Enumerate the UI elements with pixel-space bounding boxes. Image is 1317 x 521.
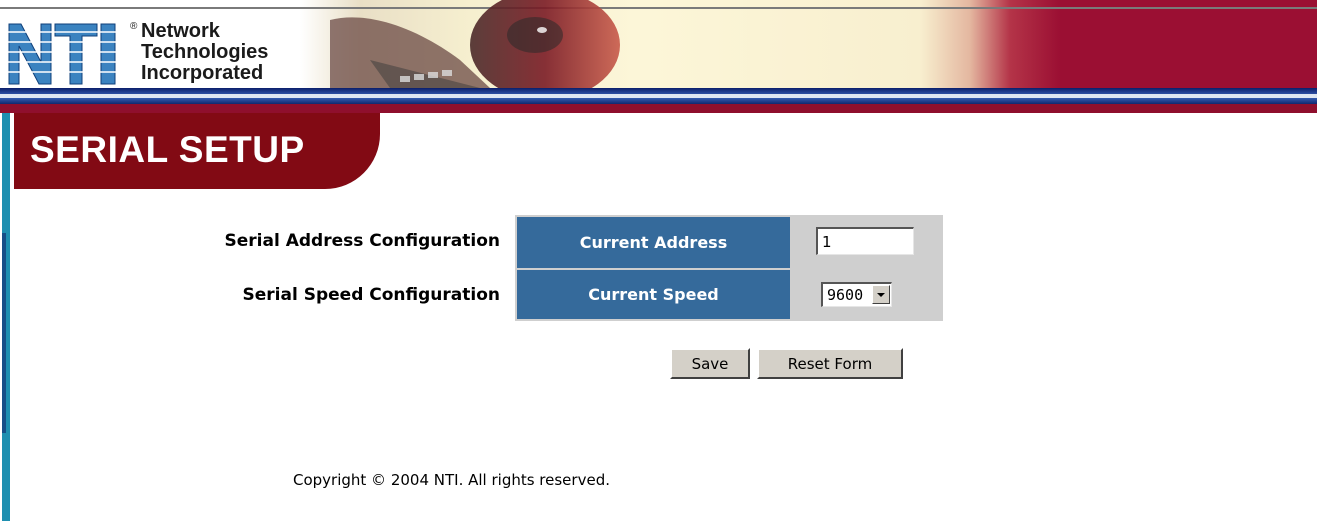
current-speed-cell: Current Speed — [517, 270, 790, 319]
registered-mark: ® — [130, 21, 138, 32]
keyboard-mouse-graphic — [330, 0, 620, 88]
copyright-text: Copyright © 2004 NTI. All rights reserve… — [293, 471, 610, 489]
address-input[interactable] — [816, 227, 914, 255]
left-accent-bar — [0, 113, 14, 521]
banner-stripe — [0, 104, 1317, 113]
left-accent-shade — [2, 233, 6, 433]
company-line-3: Incorporated — [141, 62, 264, 84]
company-line-2: Technologies — [141, 41, 269, 63]
serial-address-label: Serial Address Configuration — [224, 231, 501, 251]
company-line-1: Network — [141, 20, 220, 42]
save-button[interactable]: Save — [670, 348, 750, 379]
page-title-tab: SERIAL SETUP — [14, 113, 380, 189]
dropdown-button[interactable] — [872, 285, 890, 304]
speed-select-value: 9600 — [827, 286, 864, 304]
current-address-cell: Current Address — [517, 217, 790, 268]
nti-logo-icon — [5, 18, 123, 90]
chevron-down-icon — [877, 293, 885, 297]
nti-logo: ® Network Technologies Incorporated — [0, 8, 310, 90]
page-title: SERIAL SETUP — [30, 129, 305, 170]
company-name: Network Technologies Incorporated — [141, 21, 268, 84]
header-banner: ® Network Technologies Incorporated — [0, 0, 1317, 113]
serial-speed-label: Serial Speed Configuration — [242, 285, 500, 305]
reset-form-button[interactable]: Reset Form — [757, 348, 903, 379]
speed-select[interactable]: 9600 — [821, 282, 892, 307]
